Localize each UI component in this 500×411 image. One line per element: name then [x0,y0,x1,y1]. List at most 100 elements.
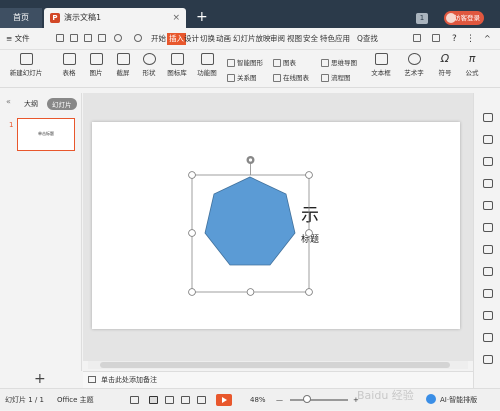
resize-handle-s[interactable] [246,288,255,296]
tab-document[interactable]: P 演示文稿1 × [44,8,186,28]
template-icon[interactable] [483,245,493,254]
relation-button[interactable]: 关系图 [227,72,257,82]
reading-view-icon[interactable] [181,396,190,404]
shape-button[interactable]: 形状 [138,53,160,77]
preview-icon[interactable] [98,34,106,42]
picture-panel-icon[interactable] [483,311,493,320]
menu-start[interactable]: 开始 [151,28,166,50]
tab-slides[interactable]: 幻灯片 [47,98,77,110]
new-slide-icon [19,53,33,65]
theme-name[interactable]: Office 主题 [57,389,94,411]
zoom-slider-knob[interactable] [303,395,311,403]
collapse-ribbon-icon[interactable]: ^ [484,28,491,50]
slide-thumbnail[interactable]: 单击标题 [17,118,75,151]
heptagon-shape[interactable] [186,152,316,298]
properties-icon[interactable] [483,289,493,298]
normal-view-icon[interactable] [149,396,158,404]
online-chart-button[interactable]: 在线图表 [273,72,309,82]
textbox-button[interactable]: 文本框 [368,53,394,77]
font-panel-icon[interactable] [483,333,493,342]
notes-toggle-icon[interactable] [130,396,139,404]
scissors-icon [116,53,130,65]
print-icon[interactable] [84,34,92,42]
zoom-out-button[interactable]: — [276,389,283,411]
new-slide-button[interactable]: 新建幻灯片 [6,53,46,77]
shapes-icon [142,53,156,65]
window-count-badge[interactable]: 1 [416,13,428,24]
undo-icon[interactable] [114,34,122,42]
screenshot-button[interactable]: 截屏 [112,53,134,77]
chart-icon [273,59,281,67]
resize-handle-nw[interactable] [188,171,196,179]
picture-button[interactable]: 图片 [85,53,107,77]
notes-icon [88,376,96,383]
smart-graphic-button[interactable]: 智能图形 [227,57,263,67]
slideshow-options-icon[interactable] [197,396,206,404]
export-pdf-icon[interactable] [432,34,440,42]
status-bar: 幻灯片 1 / 1 Office 主题 48% — + Baidu 经验 AI·… [0,388,500,410]
mind-map-button[interactable]: 思维导图 [321,57,357,67]
menu-design[interactable]: 设计 [184,28,199,50]
export-icon[interactable] [70,34,78,42]
tab-home[interactable]: 首页 [0,8,42,28]
relation-label: 关系图 [237,74,257,82]
notes-placeholder[interactable]: 单击此处添加备注 [101,372,157,388]
format-icon[interactable] [483,157,493,166]
resize-handle-se[interactable] [305,288,313,296]
mind-map-label: 思维导图 [331,59,357,67]
new-tab-button[interactable]: + [196,8,208,26]
chart-button[interactable]: 图表 [273,57,296,67]
zoom-level[interactable]: 48% [250,389,266,411]
flowchart-button[interactable]: 流程图 [321,72,351,82]
login-button[interactable]: 访客登录 [444,11,484,25]
chart-label: 图表 [283,59,296,67]
resize-handle-sw[interactable] [188,288,196,296]
function-chart-label: 功能图 [197,69,217,77]
search-button[interactable]: Q查找 [357,28,378,50]
ai-icon[interactable] [426,394,436,404]
select-icon[interactable] [483,113,493,122]
function-chart-button[interactable]: 功能图 [192,53,222,77]
more-icon[interactable]: ⋮ [466,28,475,50]
chart-panel-icon[interactable] [483,267,493,276]
collapse-panel-icon[interactable]: « [6,97,11,106]
shape-fill-icon[interactable] [483,135,493,144]
art-text-button[interactable]: 艺术字 [401,53,427,77]
share-icon[interactable] [413,34,421,42]
play-slideshow-button[interactable] [216,394,232,406]
heptagon-fill[interactable] [204,176,296,266]
add-slide-button[interactable]: + [34,371,46,387]
help-icon[interactable]: ? [452,28,457,50]
resize-handle-e[interactable] [305,229,313,237]
resize-handle-ne[interactable] [305,171,313,179]
file-menu[interactable]: ≡ 文件 [6,28,30,50]
animation-icon[interactable] [483,179,493,188]
menu-review[interactable]: 审阅 [270,28,285,50]
menu-animation[interactable]: 动画 [216,28,231,50]
resize-handle-w[interactable] [188,229,196,237]
menu-slideshow[interactable]: 幻灯片放映 [233,28,271,50]
menu-special[interactable]: 特色应用 [320,28,350,50]
menu-security[interactable]: 安全 [303,28,318,50]
icon-library-icon [170,53,184,65]
horizontal-scrollbar[interactable] [88,361,468,369]
layout-icon[interactable] [483,201,493,210]
formula-button[interactable]: π 公式 [461,53,483,78]
tab-outline[interactable]: 大纲 [24,99,38,109]
symbol-button[interactable]: Ω 符号 [435,53,455,78]
close-tab-icon[interactable]: × [172,8,180,28]
settings-icon[interactable] [483,355,493,364]
ai-layout-label[interactable]: AI·智能排版 [440,389,477,411]
menu-view[interactable]: 视图 [287,28,302,50]
table-button[interactable]: 表格 [58,53,80,77]
zoom-slider[interactable] [290,399,348,401]
menu-transition[interactable]: 切换 [200,28,215,50]
transition-icon[interactable] [483,223,493,232]
redo-icon[interactable] [134,34,142,42]
notes-pane[interactable]: 单击此处添加备注 [83,371,473,388]
icon-library-button[interactable]: 图标库 [164,53,190,77]
sorter-view-icon[interactable] [165,396,174,404]
save-icon[interactable] [56,34,64,42]
scrollbar-thumb[interactable] [100,362,450,368]
picture-label: 图片 [89,69,103,77]
